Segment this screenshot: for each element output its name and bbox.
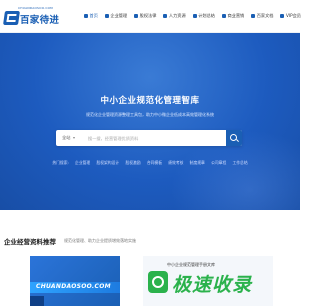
section-header: 企业经营资料推荐 规范化管理、助力企业提质增效落地实施 bbox=[0, 228, 300, 246]
nav-item-label: 股权法律 bbox=[139, 13, 157, 18]
search-category-label: 全站 bbox=[62, 135, 71, 140]
hot-search-link[interactable]: 股权架构设计 bbox=[96, 160, 119, 165]
nav-item-home[interactable]: 首页 bbox=[84, 13, 98, 19]
nav-item-label: 商业营销 bbox=[227, 13, 245, 18]
calendar-icon bbox=[192, 14, 197, 18]
nav-item-label: 首页 bbox=[89, 13, 98, 18]
watermark-text: 极速收录 bbox=[172, 274, 253, 296]
nav-item-enterprise-management[interactable]: 企业管理 bbox=[104, 13, 128, 19]
building-icon bbox=[104, 14, 109, 18]
nav-item-vip[interactable]: VIP会员 bbox=[280, 13, 301, 19]
nav-item-label: 百家文档 bbox=[256, 13, 274, 18]
logo-domain: CHUANDAOSOO.COM bbox=[18, 6, 53, 10]
nav-item-documents[interactable]: 百家文档 bbox=[251, 13, 273, 19]
hero-banner: 中小企业规范化管理智库 规范化企业管理资源整理工具包，助力中小微企业低成本高效管… bbox=[0, 33, 300, 210]
hot-search-link[interactable]: 公司章程 bbox=[211, 160, 226, 165]
section-title: 企业经营资料推荐 bbox=[4, 238, 56, 246]
document-icon bbox=[251, 14, 256, 18]
card-left-text: CHUANDAOSOO.COM bbox=[36, 283, 111, 290]
chevron-down-icon bbox=[73, 137, 76, 139]
people-icon bbox=[163, 14, 168, 18]
hero-subtitle: 规范化企业管理资源整理工具包，助力中小微企业低成本高效管理化系统 bbox=[86, 112, 214, 117]
search-input[interactable] bbox=[88, 132, 206, 144]
featured-card-left[interactable]: CHUANDAOSOO.COM bbox=[30, 256, 120, 306]
search-bar: 全站 bbox=[56, 130, 242, 146]
logo-mark-icon bbox=[3, 11, 20, 25]
crown-icon bbox=[280, 14, 285, 18]
main-menu: 首页 企业管理 股权法律 人力资源 计划总结 商业营销 百家文档 VIP会员 bbox=[84, 13, 308, 19]
watermark: 极速收录 bbox=[135, 268, 300, 300]
gavel-icon bbox=[134, 14, 139, 18]
top-navigation: CHUANDAOSOO.COM 百家待进 首页 企业管理 股权法律 人力资源 计… bbox=[0, 0, 301, 33]
logo-name: 百家待进 bbox=[20, 15, 60, 26]
nav-item-equity-law[interactable]: 股权法律 bbox=[134, 13, 156, 19]
hot-search-link[interactable]: 股权激励 bbox=[125, 160, 140, 165]
hot-search-link[interactable]: 制度规章 bbox=[190, 160, 205, 165]
section-description: 规范化管理、助力企业提质增效落地实施 bbox=[64, 238, 136, 243]
hot-search-link[interactable]: 绩效考核 bbox=[168, 160, 183, 165]
nav-item-label: 计划总结 bbox=[198, 13, 215, 18]
hero-title: 中小企业规范化管理智库 bbox=[100, 96, 200, 106]
nav-item-label: VIP会员 bbox=[285, 13, 301, 18]
watermark-logo-icon bbox=[148, 271, 168, 293]
search-button[interactable] bbox=[226, 130, 242, 146]
site-logo[interactable]: CHUANDAOSOO.COM 百家待进 bbox=[3, 6, 62, 28]
search-category-select[interactable]: 全站 bbox=[62, 135, 76, 141]
nav-item-label: 人力资源 bbox=[168, 13, 186, 18]
nav-item-human-resources[interactable]: 人力资源 bbox=[163, 13, 186, 19]
chart-icon bbox=[221, 14, 226, 18]
nav-item-label: 企业管理 bbox=[110, 13, 128, 18]
hot-search-label: 热门搜索: bbox=[52, 160, 69, 165]
hot-search-link[interactable]: 合同模板 bbox=[147, 160, 162, 165]
hot-search-list: 热门搜索: 企业管理 股权架构设计 股权激励 合同模板 绩效考核 制度规章 公司… bbox=[0, 160, 300, 166]
hot-search-link[interactable]: 工作总结 bbox=[232, 160, 247, 165]
card-logo-mark-icon bbox=[30, 296, 44, 306]
hot-search-link[interactable]: 企业管理 bbox=[75, 160, 90, 165]
nav-item-plan-summary[interactable]: 计划总结 bbox=[192, 13, 215, 19]
nav-item-marketing[interactable]: 商业营销 bbox=[221, 13, 245, 19]
home-icon bbox=[84, 14, 88, 18]
